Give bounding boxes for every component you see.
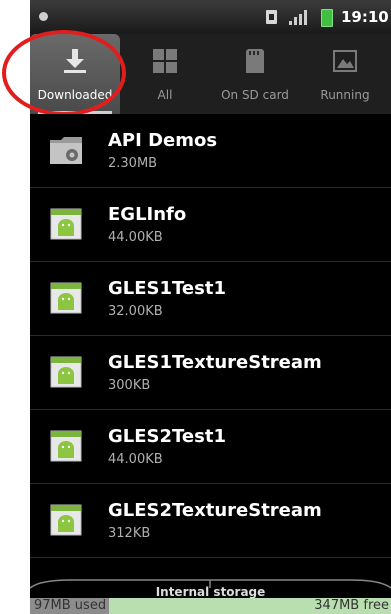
list-item[interactable]: API Demos 2.30MB	[30, 114, 391, 188]
app-name: EGLInfo	[108, 204, 187, 225]
app-size: 32.00KB	[108, 304, 163, 319]
status-bar: 19:10	[30, 0, 391, 34]
grid-icon	[153, 49, 177, 73]
android-icon	[50, 430, 82, 462]
app-name: GLES2Test1	[108, 426, 226, 447]
tab-label-sd-card: On SD card	[221, 88, 289, 102]
list-item[interactable]: GLES2TextureStream 312KB	[30, 484, 391, 558]
app-size: 44.00KB	[108, 230, 163, 245]
app-name: GLES2TextureStream	[108, 500, 322, 521]
tab-all[interactable]: All	[120, 34, 210, 114]
storage-used-label: 97MB used	[34, 598, 107, 613]
list-item[interactable]: GLES1TextureStream 300KB	[30, 336, 391, 410]
app-list: API Demos 2.30MB EGLInfo 44.00KB GLES1Test1 3…	[30, 114, 391, 558]
running-icon	[333, 50, 357, 72]
notification-dot-icon	[39, 12, 48, 21]
list-item[interactable]: GLES2Test1 44.00KB	[30, 410, 391, 484]
tab-bar: Downloaded All On SD card Running	[30, 34, 391, 114]
app-name: GLES1Test1	[108, 278, 226, 299]
folder-gear-icon	[50, 137, 82, 164]
battery-icon	[321, 9, 333, 27]
tab-running[interactable]: Running	[300, 34, 390, 114]
android-icon	[50, 208, 82, 240]
sd-card-icon	[246, 49, 264, 73]
android-icon	[50, 356, 82, 388]
list-item[interactable]: EGLInfo 44.00KB	[30, 188, 391, 262]
app-name: API Demos	[108, 130, 218, 151]
storage-bar: 97MB used 347MB free	[30, 598, 391, 614]
status-time: 19:10	[341, 8, 389, 26]
tab-sd-card[interactable]: On SD card	[210, 34, 300, 114]
app-size: 300KB	[108, 378, 151, 393]
storage-free-label: 347MB free	[314, 598, 389, 613]
storage-panel: Internal storage 97MB used 347MB free	[30, 586, 391, 614]
tab-label-downloaded: Downloaded	[37, 88, 113, 102]
list-item[interactable]: GLES1Test1 32.00KB	[30, 262, 391, 336]
sim-card-icon	[266, 10, 277, 24]
app-size: 312KB	[108, 526, 151, 541]
app-name: GLES1TextureStream	[108, 352, 322, 373]
signal-icon	[289, 10, 307, 25]
android-icon	[50, 504, 82, 536]
tab-downloaded[interactable]: Downloaded	[30, 34, 120, 114]
storage-title: Internal storage	[155, 585, 266, 599]
tab-label-all: All	[157, 88, 173, 102]
app-size: 44.00KB	[108, 452, 163, 467]
android-icon	[50, 282, 82, 314]
tab-label-running: Running	[320, 88, 370, 102]
app-size: 2.30MB	[108, 156, 158, 171]
download-icon	[64, 49, 86, 73]
